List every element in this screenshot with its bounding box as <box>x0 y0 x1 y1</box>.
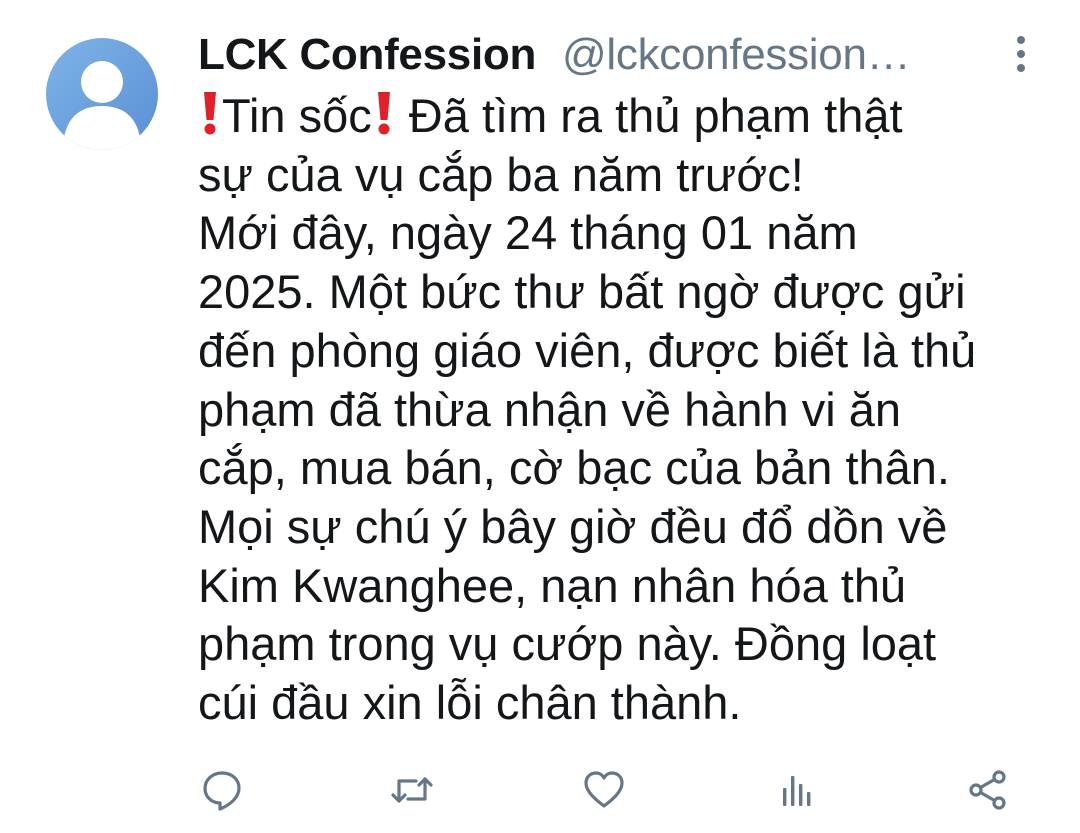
exclamation-mark-red-icon <box>198 90 222 136</box>
tweet-text-line: Tin sốc Đã tìm ra thủ phạm thật <box>198 86 1048 146</box>
tweet-text-line: cúi đầu xin lỗi chân thành. <box>198 676 742 730</box>
retweet-button[interactable] <box>384 762 440 818</box>
tweet-text-line: Mọi sự chú ý bây giờ đều đổ dồn về <box>198 499 948 553</box>
tweet-text-line: 2025. Một bức thư bất ngờ được gửi <box>198 265 966 319</box>
author-avatar[interactable] <box>46 38 158 150</box>
analytics-button[interactable] <box>768 762 824 818</box>
tweet-card[interactable]: LCK Confession @lckconfession… Tin sốc Đ… <box>0 0 1080 833</box>
exclamation-mark-red-icon <box>372 90 396 136</box>
tweet-header: LCK Confession @lckconfession… <box>198 28 1038 82</box>
tweet-text: Tin sốc Đã tìm ra thủ phạm thật sự của v… <box>198 86 1048 733</box>
more-options-button[interactable] <box>1006 34 1036 74</box>
analytics-bars-icon <box>783 776 811 806</box>
reply-button[interactable] <box>194 762 250 818</box>
tweet-text-line: phạm trong vụ cướp này. Đồng loạt <box>198 617 937 671</box>
tweet-actions-bar <box>0 762 1080 818</box>
tweet-text-segment: Đã tìm ra thủ phạm thật <box>395 89 903 142</box>
share-nodes-icon <box>969 770 1006 810</box>
like-button[interactable] <box>576 762 632 818</box>
tweet-text-line: phạm đã thừa nhận về hành vi ăn <box>198 382 902 436</box>
tweet-text-line: đến phòng giáo viên, được biết là thủ <box>198 323 977 377</box>
tweet-text-line: Mới đây, ngày 24 tháng 01 năm <box>198 206 858 260</box>
author-handle[interactable]: @lckconfession… <box>562 30 910 80</box>
tweet-text-line: sự của vụ cắp ba năm trước! <box>198 147 804 201</box>
tweet-text-line: cắp, mua bán, cờ bạc của bản thân. <box>198 441 950 495</box>
reply-bubble-icon <box>203 771 241 811</box>
author-display-name[interactable]: LCK Confession <box>198 30 536 80</box>
share-button[interactable] <box>960 762 1016 818</box>
default-user-avatar-icon <box>64 61 140 150</box>
tweet-text-segment: Tin sốc <box>222 89 372 142</box>
heart-icon <box>584 771 624 808</box>
more-vertical-icon <box>1017 36 1025 72</box>
tweet-text-line: Kim Kwanghee, nạn nhân hóa thủ <box>198 558 907 612</box>
retweet-icon <box>391 777 433 803</box>
